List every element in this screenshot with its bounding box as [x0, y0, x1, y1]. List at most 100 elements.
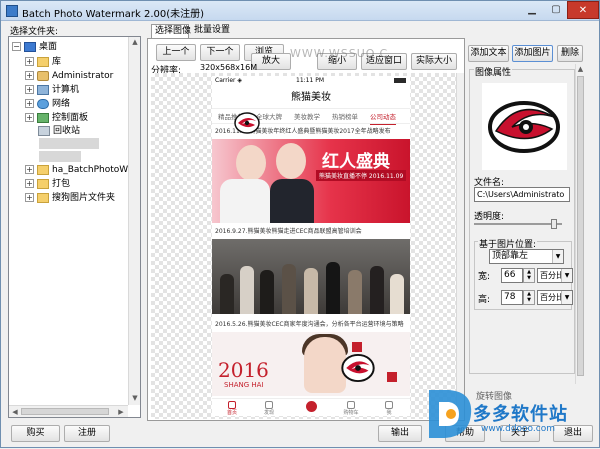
tree-item-administrator[interactable]: + Administrator [25, 70, 113, 83]
tree-item-control-panel[interactable]: + 控制面板 [25, 112, 88, 125]
news-title: 2016.5.26.熊猫美妆CEC商家年度沟通会，分析各平台运营环境与策略 [215, 321, 404, 328]
blurred-item [39, 151, 81, 162]
hurricanes-logo-icon [488, 101, 560, 153]
event-year: 2016 [218, 358, 269, 382]
expand-icon[interactable]: + [25, 85, 34, 94]
close-button[interactable]: ✕ [567, 1, 599, 19]
folder-icon [37, 178, 49, 189]
buy-button[interactable]: 购买 [11, 425, 60, 442]
gala-banner-image: 红人盛典 熊猫美妆直播不停 2016.11.09 [212, 139, 410, 223]
user-folder-icon [37, 70, 49, 81]
tree-item-desktop[interactable]: − 桌面 [12, 41, 57, 54]
scroll-down-icon[interactable]: ▼ [129, 394, 140, 402]
width-stepper[interactable]: ▲ ▼ [523, 268, 535, 283]
tree-item-library[interactable]: + 库 [25, 56, 61, 69]
tree-item-network[interactable]: + 网络 [25, 98, 70, 111]
news-title: 2016.9.27.熊猫美妆熊猫走进CEC商品联盟高管培训会 [215, 228, 362, 235]
discover-icon [265, 401, 273, 409]
expand-icon[interactable]: + [25, 165, 34, 174]
opacity-slider-handle[interactable] [551, 219, 557, 229]
folder-tree: − 桌面 + 库 + Administrator + 计算机 + 网络 + 控制面板 回收站… [8, 36, 141, 418]
app-icon [6, 5, 18, 17]
tree-hscrollbar[interactable]: ◀ ▶ [9, 405, 128, 417]
site-logo: 多多软件站 www.ddooo.com [421, 384, 600, 449]
chevron-down-icon[interactable]: ▼ [561, 269, 572, 282]
scroll-up-icon[interactable]: ▲ [129, 38, 140, 46]
expand-icon[interactable]: + [25, 179, 34, 188]
banner-subline: 熊猫美妆直播不停 2016.11.09 [316, 170, 407, 181]
app-window: Batch Photo Watermark 2.00(未注册) ▁ ▢ ✕ 选择… [0, 0, 600, 448]
title-bar: Batch Photo Watermark 2.00(未注册) ▁ ▢ ✕ [1, 1, 599, 21]
add-image-button[interactable]: 添加图片 [512, 45, 553, 62]
add-text-button[interactable]: 添加文本 [468, 45, 509, 62]
phone-tab-bar: 首页 发现 购物车 我 [212, 398, 410, 416]
expand-icon[interactable]: + [25, 71, 34, 80]
image-properties-title: 图像属性 [474, 65, 513, 78]
height-unit-select[interactable]: 百分比 ▼ [537, 290, 573, 305]
height-input[interactable]: 78 [501, 290, 523, 305]
delete-button[interactable]: 删除 [557, 45, 583, 62]
minimize-button[interactable]: ▁ [519, 1, 545, 19]
cart-icon [347, 401, 355, 409]
tree-item-recycle-bin[interactable]: 回收站 [38, 125, 80, 138]
watermark-logo-overlay[interactable] [341, 353, 375, 383]
width-label: 宽: [478, 272, 491, 282]
tree-item-computer[interactable]: + 计算机 [25, 84, 79, 97]
chevron-down-icon[interactable]: ▼ [561, 291, 572, 304]
expand-icon[interactable]: + [25, 99, 34, 108]
meeting-photo [212, 239, 410, 314]
control-panel-icon [37, 112, 49, 123]
network-icon [37, 98, 49, 109]
profile-icon [385, 401, 393, 409]
tree-item-pack[interactable]: + 打包 [25, 178, 70, 191]
height-label: 高: [478, 295, 491, 305]
tab-batch-settings[interactable]: 批量设置 [191, 24, 233, 38]
hscroll-thumb[interactable] [21, 408, 109, 415]
center-brand-icon [305, 401, 317, 412]
watermark-logo-overlay[interactable] [234, 112, 260, 134]
height-stepper[interactable]: ▲ ▼ [523, 290, 535, 305]
prev-button[interactable]: 上一个 [156, 44, 196, 61]
expand-icon[interactable]: + [25, 57, 34, 66]
tree-item-sogou[interactable]: + 搜狗图片文件夹 [25, 192, 115, 205]
scroll-left-icon[interactable]: ◀ [11, 408, 19, 416]
expand-icon[interactable]: + [25, 113, 34, 122]
recycle-bin-icon [38, 125, 50, 136]
home-icon [228, 401, 236, 409]
width-unit-select[interactable]: 百分比 ▼ [537, 268, 573, 283]
resolution-value: 320x568x16M [200, 63, 258, 72]
chevron-down-icon[interactable]: ▼ [552, 250, 563, 263]
width-input[interactable]: 66 [501, 268, 523, 283]
battery-icon [394, 78, 406, 83]
collapse-icon[interactable]: − [12, 42, 21, 51]
tab-select-image[interactable]: 选择图像 [151, 24, 191, 38]
opacity-slider[interactable] [474, 219, 562, 229]
expand-icon[interactable]: + [25, 193, 34, 202]
blurred-item [39, 138, 99, 149]
canvas-vscrollbar[interactable] [456, 73, 464, 419]
phone-app-title: 熊猫美妆 [212, 87, 410, 109]
scroll-right-icon[interactable]: ▶ [117, 408, 125, 416]
banner-headline: 红人盛典 [322, 152, 390, 172]
output-button[interactable]: 输出 [378, 425, 422, 442]
watermark-image-preview [482, 83, 567, 170]
properties-vscrollbar[interactable]: ▲ [575, 64, 585, 384]
site-logo-url: www.ddooo.com [481, 424, 555, 434]
next-button[interactable]: 下一个 [200, 44, 240, 61]
desktop-icon [24, 41, 36, 52]
folder-icon [37, 192, 49, 203]
vscroll-thumb[interactable] [577, 76, 584, 376]
maximize-button[interactable]: ▢ [543, 1, 569, 19]
folder-icon [37, 164, 49, 175]
library-folder-icon [37, 56, 49, 67]
tree-vscrollbar[interactable]: ▲ ▼ [128, 37, 140, 405]
phone-status-bar: Carrier ◈ 11:11 PM [212, 76, 410, 86]
tree-item-ha-folder[interactable]: +ha_BatchPhotoWaterMa [25, 164, 140, 177]
position-select[interactable]: 顶部靠左 ▼ [489, 249, 564, 264]
filename-field[interactable]: C:\Users\Administrato [474, 187, 570, 202]
dd-logo-icon [429, 390, 472, 438]
actual-size-button[interactable]: 实际大小 [411, 53, 457, 70]
scroll-up-icon[interactable]: ▲ [576, 65, 585, 73]
register-button[interactable]: 注册 [64, 425, 110, 442]
text-watermark[interactable]: WWW.WSSUO.C [290, 47, 388, 60]
